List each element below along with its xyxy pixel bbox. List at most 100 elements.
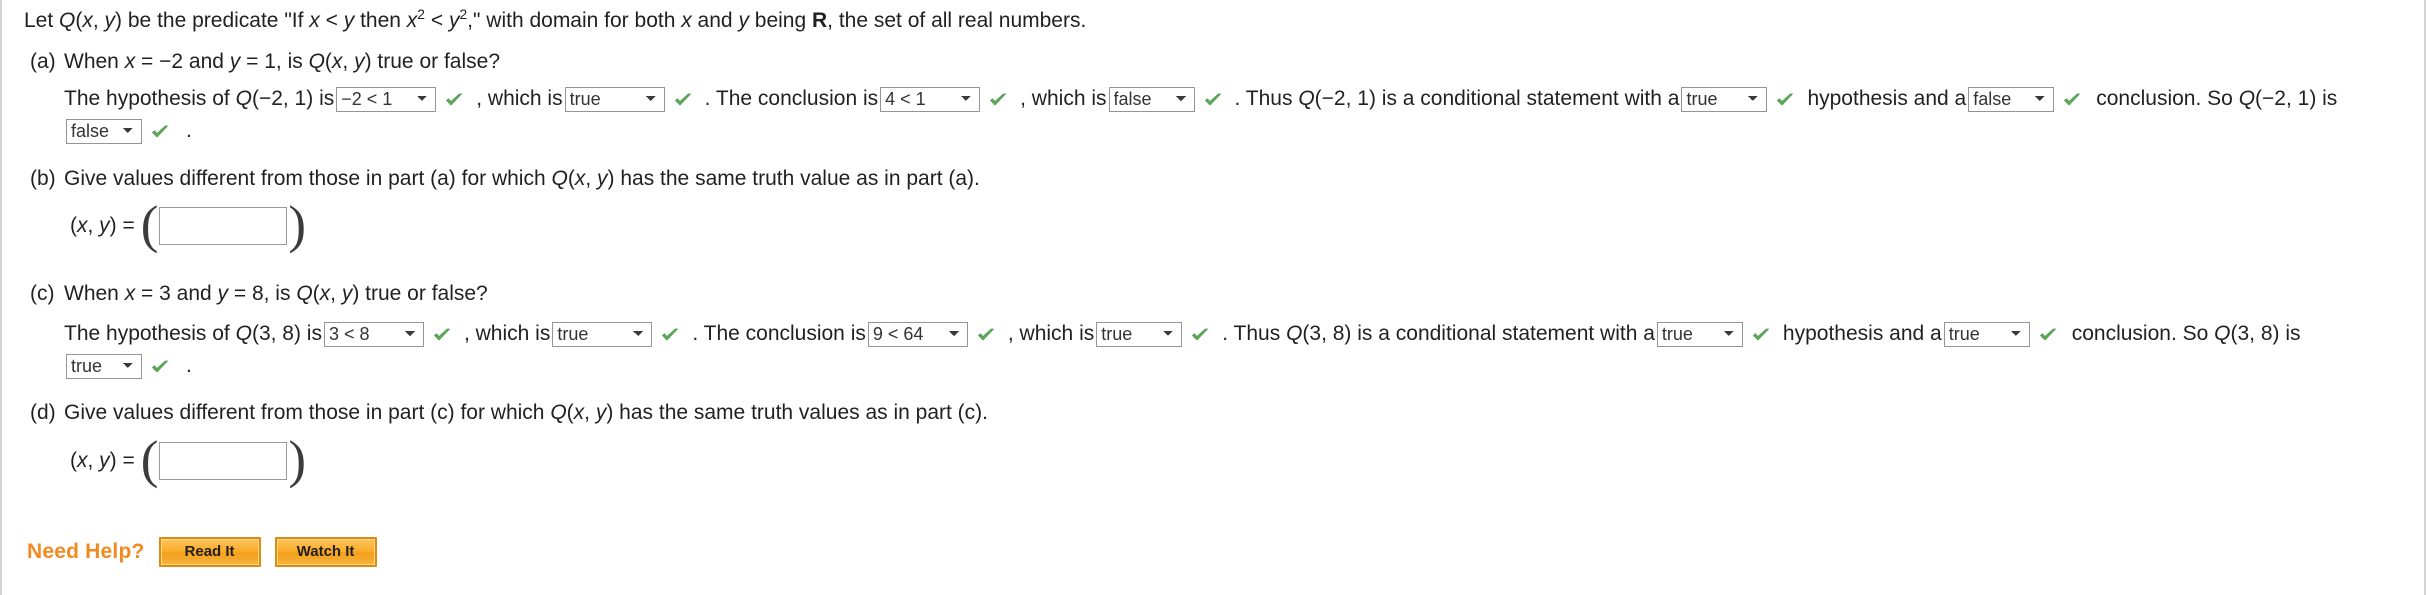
intro-then: then (354, 9, 407, 32)
part-a-q-pre: When (64, 50, 125, 73)
check-icon-a2 (673, 90, 693, 110)
check-icon-c1 (432, 325, 452, 345)
part-a-q-yval: = 1, is (240, 50, 309, 73)
dropdown-a-conclusion-truth[interactable]: false (1108, 86, 1195, 112)
c-text-4: , which is (1007, 322, 1095, 345)
dropdown-c-hyp-kind[interactable]: true (1656, 321, 1743, 347)
part-b-q-text: Give values different from those in part… (64, 167, 552, 190)
answer-pair-b: (x, y) = ( ) (70, 196, 307, 254)
answer-pair-d: (x, y) = ( ) (70, 431, 306, 489)
part-a-q-x: x (124, 50, 136, 73)
check-icon-c4 (1190, 325, 1210, 345)
part-question-c: When x = 3 and y = 8, is Q(x, y) true or… (64, 282, 488, 306)
part-question-a: When x = −2 and y = 1, is Q(x, y) true o… (64, 50, 500, 74)
intro-x1: x (309, 9, 320, 32)
a-text-4: , which is (1020, 87, 1107, 110)
check-icon-a3 (988, 90, 1008, 110)
dropdown-a-final[interactable]: false (66, 118, 142, 144)
part-d-q-predicate: Q (550, 401, 567, 424)
answer-line-c: The hypothesis of Q(3, 8) is 3 < 8 , whi… (64, 320, 2364, 348)
dropdown-a-con-kind[interactable]: false (1968, 86, 2055, 112)
exercise-page: Let Q(x, y) be the predicate "If x < y t… (0, 0, 2426, 595)
check-icon-a7 (150, 122, 170, 142)
right-paren-b: ) (288, 196, 307, 254)
part-a-q-y: y (229, 50, 241, 73)
left-paren-b: ( (140, 196, 159, 254)
dropdown-c-con-kind[interactable]: true (1943, 321, 2030, 347)
intro-tail: , the set of all real numbers. (827, 9, 1087, 32)
c-text-1: The hypothesis of Q(3, 8) is (64, 322, 322, 345)
c-text-7: conclusion. So Q(3, 8) is (2071, 322, 2301, 345)
part-a-q-xval: = −2 and (135, 50, 230, 73)
part-c-q-post: true or false? (359, 282, 488, 305)
part-c-q-args: (x, y) (312, 282, 360, 305)
intro-x2: x (406, 9, 418, 32)
intro-quote-end: ," with domain for both (467, 9, 682, 32)
dropdown-a-hyp-kind[interactable]: true (1681, 86, 1768, 112)
check-icon-a4 (1203, 90, 1223, 110)
part-a-q-post: true or false? (371, 50, 500, 73)
part-d-q-text: Give values different from those in part… (64, 401, 551, 424)
answer-input-d[interactable] (159, 441, 288, 480)
intro-lead: Let (24, 9, 60, 32)
a-text-2: , which is (476, 87, 563, 110)
part-a-q-args: (x, y) (324, 50, 372, 73)
part-c-q-x: x (124, 282, 136, 305)
answer-line-a: The hypothesis of Q(−2, 1) is −2 < 1 , w… (64, 85, 2364, 113)
intro-mid: be the predicate "If (122, 9, 310, 32)
part-c-q-xval: = 3 and (135, 282, 218, 305)
part-c-q-predicate: Q (296, 282, 313, 305)
part-label-b: (b) (30, 167, 56, 190)
c-text-8: . (186, 354, 192, 377)
check-icon-c5 (1751, 325, 1771, 345)
a-text-7: conclusion. So Q(−2, 1) is (2096, 87, 2338, 110)
part-question-b: Give values different from those in part… (64, 167, 980, 191)
dropdown-c-hypothesis[interactable]: 3 < 8 (323, 321, 424, 347)
a-text-1: The hypothesis of Q(−2, 1) is (64, 87, 335, 110)
part-d-q-args: (x, y) (566, 401, 614, 424)
dropdown-c-conclusion[interactable]: 9 < 64 (867, 321, 968, 347)
c-text-2: , which is (463, 322, 551, 345)
problem-statement: Let Q(x, y) be the predicate "If x < y t… (24, 7, 1087, 32)
check-icon-a6 (2062, 90, 2082, 110)
need-help-section: Need Help? Read It Watch It (27, 537, 391, 567)
intro-lt1: < (319, 9, 344, 32)
a-text-3: . The conclusion is (704, 87, 879, 110)
a-text-8: . (186, 119, 192, 142)
part-b-q-predicate: Q (551, 167, 568, 190)
xy-label-b: (x, y) = (70, 213, 135, 237)
c-text-6: hypothesis and a (1782, 322, 1942, 345)
dropdown-c-hypothesis-truth[interactable]: true (552, 321, 653, 347)
real-numbers-symbol: R (812, 9, 828, 32)
a-text-6: hypothesis and a (1807, 87, 1967, 110)
c-text-5: . Thus Q(3, 8) is a conditional statemen… (1222, 322, 1655, 345)
xy-label-d: (x, y) = (70, 448, 135, 472)
check-icon-c2 (660, 325, 680, 345)
a-text-5: . Thus Q(−2, 1) is a conditional stateme… (1234, 87, 1680, 110)
part-label-c: (c) (30, 282, 55, 305)
dropdown-a-hypothesis[interactable]: −2 < 1 (336, 86, 437, 112)
watch-it-button[interactable]: Watch It (274, 537, 377, 567)
intro-y2: y (448, 9, 460, 32)
dropdown-c-final[interactable]: true (66, 353, 142, 379)
answer-input-b[interactable] (159, 206, 288, 245)
intro-being: being (748, 9, 812, 32)
predicate-args: (x, y) (75, 9, 123, 32)
read-it-button[interactable]: Read It (158, 537, 261, 567)
answer-line-a-cont: false . (64, 117, 2364, 145)
part-label-a: (a) (30, 50, 56, 73)
part-label-d: (d) (30, 401, 56, 424)
check-icon-a1 (444, 90, 464, 110)
dropdown-a-hypothesis-truth[interactable]: true (564, 86, 665, 112)
check-icon-c3 (976, 325, 996, 345)
c-text-3: . The conclusion is (692, 322, 866, 345)
check-icon-c6 (2038, 325, 2058, 345)
intro-lt2: < (425, 9, 449, 32)
dropdown-c-conclusion-truth[interactable]: true (1096, 321, 1183, 347)
intro-x2-exponent: 2 (417, 6, 425, 22)
left-paren-d: ( (140, 431, 159, 489)
part-d-q-post: has the same truth values as in part (c)… (613, 401, 988, 424)
part-question-d: Give values different from those in part… (64, 401, 988, 425)
check-icon-a5 (1775, 90, 1795, 110)
dropdown-a-conclusion[interactable]: 4 < 1 (880, 86, 981, 112)
